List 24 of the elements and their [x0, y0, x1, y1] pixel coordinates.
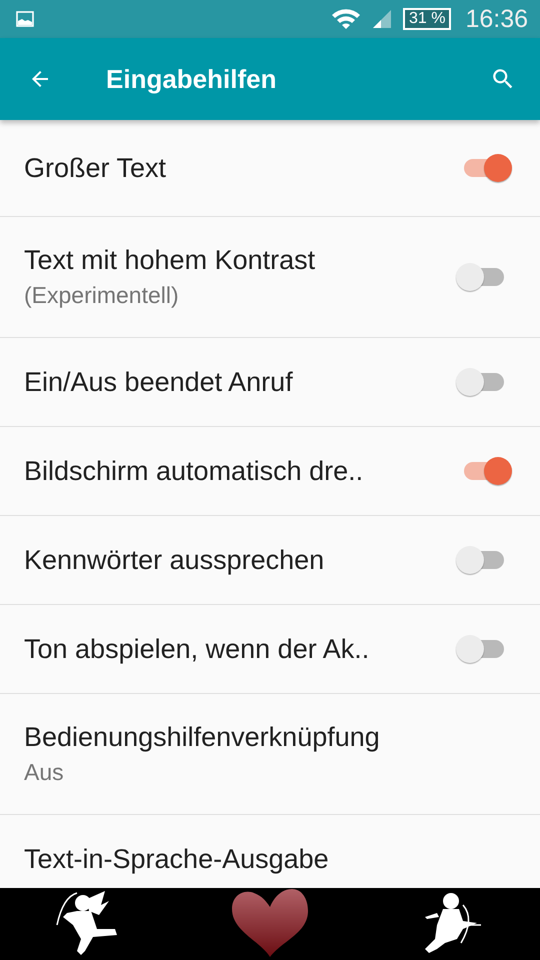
setting-summary: (Experimentell): [24, 282, 180, 309]
setting-title: Text-in-Sprache-Ausgabe: [24, 844, 330, 874]
screen-title: Eingabehilfen: [106, 64, 278, 94]
setting-title: Großer Text: [24, 152, 168, 184]
settings-row[interactable]: Text mit hohem Kontrast (Experimentell): [0, 217, 540, 338]
battery-indicator: 31 %: [402, 8, 452, 30]
settings-row[interactable]: Großer Text: [0, 120, 540, 217]
settings-row[interactable]: Bildschirm automatisch dre..: [0, 427, 540, 516]
setting-title: Bildschirm automatisch dre..: [24, 456, 364, 486]
image-icon: [16, 11, 34, 27]
wifi-icon: [330, 7, 361, 31]
settings-row[interactable]: Ton abspielen, wenn der Ak..: [0, 605, 540, 694]
heart-icon[interactable]: [230, 889, 310, 959]
setting-title: Kennwörter aussprechen: [24, 544, 326, 576]
signal-icon: [370, 8, 393, 30]
setting-title: Text mit hohem Kontrast: [24, 245, 316, 276]
clock: 16:36: [465, 4, 528, 34]
setting-summary: Aus: [24, 759, 65, 786]
settings-row[interactable]: Ein/Aus beendet Anruf: [0, 338, 540, 427]
setting-title: Bedienungshilfenverknüpfung: [24, 722, 381, 753]
setting-title: Ton abspielen, wenn der Ak..: [24, 634, 370, 664]
setting-title: Ein/Aus beendet Anruf: [24, 366, 294, 398]
settings-row[interactable]: Kennwörter aussprechen: [0, 516, 540, 605]
settings-row[interactable]: Bedienungshilfenverknüpfung Aus: [0, 694, 540, 815]
